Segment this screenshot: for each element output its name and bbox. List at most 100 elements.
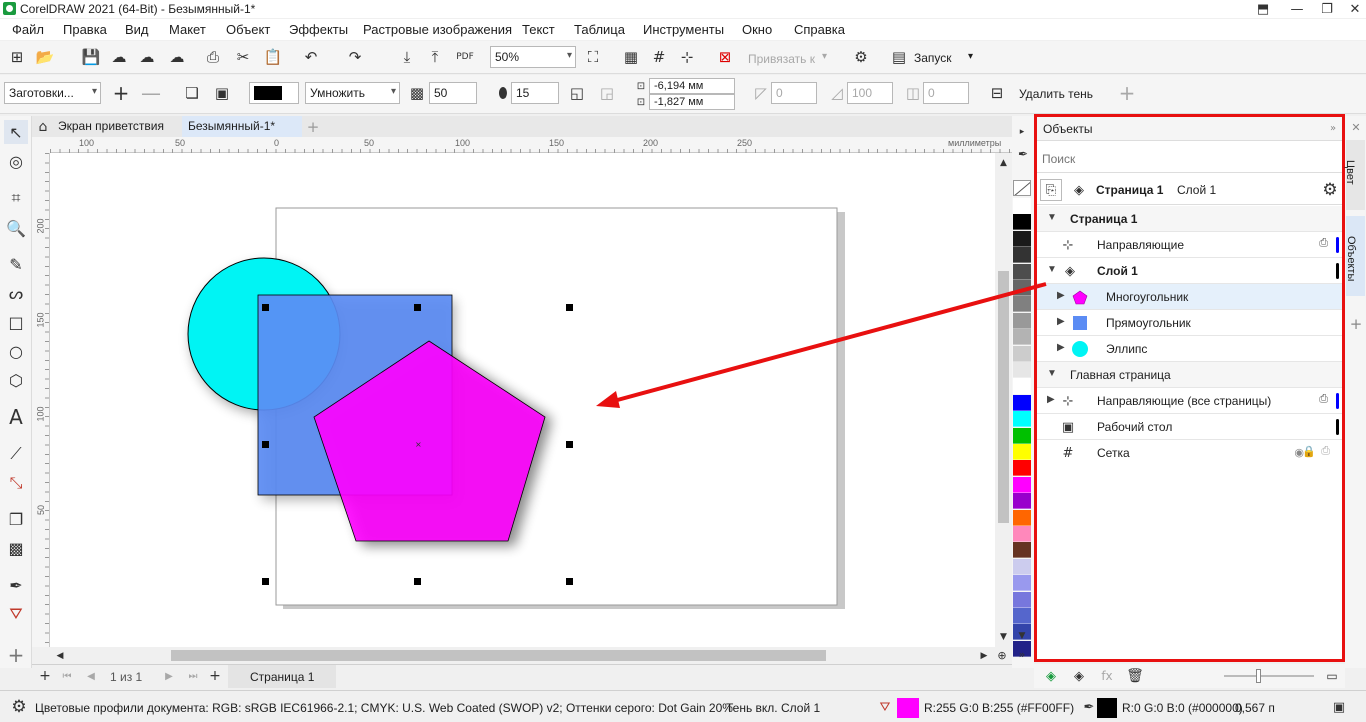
print-lock-icon[interactable]: ⎙ <box>1319 393 1328 406</box>
palette-swatch[interactable] <box>1013 214 1031 231</box>
y-offset-input[interactable]: -1,827 мм <box>649 94 735 110</box>
palette-swatch[interactable] <box>1013 230 1031 247</box>
feather-direction-icon[interactable]: ◱ <box>566 82 588 104</box>
presets-select[interactable]: Заготовки... <box>4 82 101 104</box>
cut-icon[interactable]: ✂ <box>232 46 254 68</box>
menu-help[interactable]: Справка <box>794 22 845 37</box>
ruler-origin[interactable] <box>32 137 50 153</box>
tab-document[interactable]: Безымянный-1* <box>182 116 302 137</box>
palette-swatch[interactable] <box>1013 247 1031 264</box>
palette-eyedropper-icon[interactable]: ✒ <box>1015 146 1031 162</box>
fill-bucket-icon[interactable]: ⛛ <box>876 698 894 716</box>
docker-close-icon[interactable]: ✕ <box>1349 120 1363 134</box>
palette-swatch[interactable] <box>1013 608 1031 624</box>
tab-welcome[interactable]: Экран приветствия <box>52 116 170 137</box>
remove-shadow-icon[interactable]: ⊟ <box>986 82 1008 104</box>
scroll-left-icon[interactable]: ◀ <box>54 649 66 662</box>
menu-bitmaps[interactable]: Растровые изображения <box>363 22 512 37</box>
menu-edit[interactable]: Правка <box>63 22 107 37</box>
feather-input[interactable]: 15 <box>511 82 559 104</box>
snap-chevron-icon[interactable]: ▾ <box>822 51 827 62</box>
drop-shadow-icon[interactable]: ❏ <box>181 82 203 104</box>
search-input[interactable] <box>1039 148 1339 170</box>
polygon-tool-icon[interactable]: ⬡ <box>4 368 28 392</box>
tree-row-grid[interactable]: # Сетка ◉ 🔒 ⎙ <box>1037 440 1342 466</box>
text-tool-icon[interactable]: A <box>4 405 28 429</box>
last-page-icon[interactable]: ⏭ <box>186 669 200 683</box>
new-layer-icon[interactable]: ◈ <box>1042 667 1060 685</box>
eyedropper-tool-icon[interactable]: ✒ <box>4 573 28 597</box>
rectangle-tool-icon[interactable]: □ <box>4 310 28 334</box>
palette-swatch[interactable] <box>1013 476 1031 493</box>
crop-tool-icon[interactable]: ⌗ <box>4 186 28 210</box>
page-tab[interactable]: Страница 1 <box>228 665 337 688</box>
paste-icon[interactable]: 📋 <box>262 46 284 68</box>
status-expand-icon[interactable]: ▣ <box>1330 698 1348 716</box>
add-page-after-icon[interactable]: + <box>208 668 222 684</box>
scroll-down-icon[interactable]: ▼ <box>997 631 1010 643</box>
guides-icon[interactable]: ⊹ <box>676 46 698 68</box>
freehand-tool-icon[interactable]: ✎ <box>4 252 28 276</box>
export-icon[interactable]: ⤒ <box>424 46 446 68</box>
palette-swatch[interactable] <box>1013 460 1031 477</box>
new-master-layer-icon[interactable]: ◈ <box>1070 667 1088 685</box>
palette-swatch[interactable] <box>1013 526 1031 542</box>
fill-color-swatch[interactable] <box>897 698 919 718</box>
chevron-right-icon[interactable]: ▶ <box>1057 290 1065 301</box>
tree-row-layer[interactable]: ▼ ◈ Слой 1 <box>1037 258 1342 284</box>
menu-view[interactable]: Вид <box>125 22 149 37</box>
shadow-fade-input[interactable]: 0 <box>923 82 969 104</box>
new-document-icon[interactable]: ⊞ <box>6 46 28 68</box>
tab-objects[interactable]: Объекты <box>1345 216 1365 296</box>
prev-page-icon[interactable]: ◀ <box>84 669 98 683</box>
menu-effects[interactable]: Эффекты <box>289 22 348 37</box>
undo-icon[interactable]: ↶ <box>300 46 322 68</box>
snap-off-icon[interactable]: ⊠ <box>714 46 736 68</box>
first-page-icon[interactable]: ⏮ <box>60 669 74 683</box>
dimension-tool-icon[interactable]: ⟋ <box>4 442 28 466</box>
palette-swatch[interactable] <box>1013 263 1031 280</box>
cloud-upload-icon[interactable]: ☁ <box>136 46 158 68</box>
palette-swatch[interactable] <box>1013 411 1031 428</box>
palette-swatch[interactable] <box>1013 558 1031 575</box>
ellipse-tool-icon[interactable]: ○ <box>4 339 28 363</box>
print-icon[interactable]: ⎙ <box>1321 445 1330 458</box>
menu-text[interactable]: Текст <box>522 22 555 37</box>
selection-handle[interactable] <box>262 441 269 448</box>
save-icon[interactable]: 💾 <box>80 46 102 68</box>
tree-row-guides[interactable]: ⊹ Направляющие ⎙ <box>1037 232 1342 258</box>
x-offset-input[interactable]: -6,194 мм <box>649 78 735 94</box>
zoom-to-page-icon[interactable]: ⛶ <box>582 46 604 68</box>
menu-tools[interactable]: Инструменты <box>643 22 724 37</box>
thumbnail-view-icon[interactable]: ▭ <box>1324 667 1340 685</box>
minimize-button[interactable]: — <box>1280 0 1314 18</box>
add-preset-icon[interactable]: + <box>110 81 132 105</box>
palette-swatch[interactable] <box>1013 493 1031 510</box>
connector-tool-icon[interactable]: ⤡ <box>4 471 28 495</box>
add-tool-icon[interactable]: + <box>4 643 28 667</box>
selection-handle[interactable] <box>262 578 269 585</box>
color-profiles-text[interactable]: Цветовые профили документа: RGB: sRGB IE… <box>35 701 733 715</box>
effects-icon[interactable]: fx <box>1098 667 1116 685</box>
tree-row-rectangle[interactable]: ▶ Прямоугольник <box>1037 310 1342 336</box>
cloud-share-icon[interactable]: ☁ <box>166 46 188 68</box>
tab-color[interactable]: Цвет <box>1344 140 1365 210</box>
palette-menu-icon[interactable]: ▸ <box>1016 126 1028 138</box>
tree-row-ellipse[interactable]: ▶ Эллипс <box>1037 336 1342 362</box>
cloud-download-icon[interactable]: ☁ <box>108 46 130 68</box>
selection-handle[interactable] <box>566 304 573 311</box>
menu-window[interactable]: Окно <box>742 22 772 37</box>
chevron-down-icon[interactable]: ▼ <box>1047 264 1057 275</box>
docker-settings-icon[interactable]: ⚙ <box>1320 180 1340 200</box>
zoom-tool-icon[interactable]: 🔍 <box>4 216 28 240</box>
home-icon[interactable]: ⌂ <box>34 118 52 136</box>
pin-icon[interactable]: ⬒ <box>1246 0 1280 18</box>
launch-icon[interactable]: ▤ <box>888 46 910 68</box>
new-tab-icon[interactable]: + <box>304 118 322 136</box>
feather-edges-icon[interactable]: ◲ <box>596 82 618 104</box>
chevron-right-icon[interactable]: ▶ <box>1057 342 1065 353</box>
rulers-icon[interactable]: ▦ <box>620 46 642 68</box>
tree-row-desktop[interactable]: ▣ Рабочий стол <box>1037 414 1342 440</box>
close-button[interactable]: ✕ <box>1338 0 1366 18</box>
scroll-right-icon[interactable]: ▶ <box>978 649 990 662</box>
